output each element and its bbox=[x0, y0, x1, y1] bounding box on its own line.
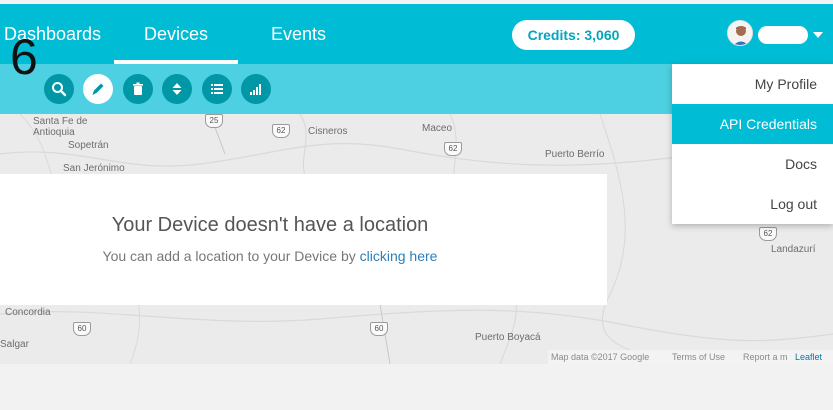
edit-button[interactable] bbox=[83, 74, 113, 104]
route-shield: 62 bbox=[444, 142, 462, 156]
no-location-hint: You can add a location to your Device by bbox=[102, 248, 360, 264]
menu-item-docs[interactable]: Docs bbox=[672, 144, 833, 184]
pencil-icon bbox=[92, 83, 104, 95]
map-label-salgar: Salgar bbox=[0, 339, 29, 350]
report-link[interactable]: Report a m bbox=[743, 350, 788, 364]
signal-button[interactable] bbox=[241, 74, 271, 104]
map-label-sopetran: Sopetrán bbox=[68, 140, 109, 151]
map-label-landazuri: Landazurí bbox=[771, 244, 816, 255]
menu-item-my-profile[interactable]: My Profile bbox=[672, 64, 833, 104]
sort-button[interactable] bbox=[162, 74, 192, 104]
route-shield: 62 bbox=[759, 227, 777, 241]
annotation-number: 6 bbox=[10, 29, 38, 85]
app-page: Santa Fe de Antioquia Sopetrán San Jeróni… bbox=[0, 0, 833, 410]
terms-link[interactable]: Terms of Use bbox=[672, 350, 725, 364]
search-button[interactable] bbox=[44, 74, 74, 104]
sort-icon bbox=[172, 83, 182, 95]
leaflet-link[interactable]: Leaflet bbox=[795, 350, 822, 364]
map-label-maceo: Maceo bbox=[422, 123, 453, 134]
route-shield: 62 bbox=[272, 124, 290, 138]
trash-icon bbox=[133, 82, 143, 95]
list-icon bbox=[211, 84, 223, 94]
add-location-link[interactable]: clicking here bbox=[360, 248, 438, 264]
user-menu: My Profile API Credentials Docs Log out bbox=[672, 64, 833, 224]
menu-item-log-out[interactable]: Log out bbox=[672, 184, 833, 224]
list-view-button[interactable] bbox=[202, 74, 232, 104]
no-location-title: Your Device doesn't have a location bbox=[111, 214, 429, 236]
map-label-concordia: Concordia bbox=[5, 307, 51, 318]
route-shield: 60 bbox=[73, 322, 91, 336]
search-icon bbox=[52, 82, 67, 97]
avatar[interactable] bbox=[727, 20, 753, 46]
top-nav: Dashboards Devices Events Credits: 3,060 bbox=[0, 4, 833, 64]
credits-badge[interactable]: Credits: 3,060 bbox=[512, 20, 635, 50]
map-label-cisneros: Cisneros bbox=[308, 126, 348, 137]
map-label-santa-fe: Santa Fe de Antioquia bbox=[33, 116, 88, 138]
map-data-credit: Map data ©2017 Google bbox=[551, 352, 650, 362]
tab-events[interactable]: Events bbox=[271, 24, 326, 45]
redacted-username bbox=[758, 26, 808, 44]
map-label-puerto-boyaca: Puerto Boyacá bbox=[475, 332, 541, 343]
user-photo-icon bbox=[728, 21, 752, 45]
no-location-text: You can add a location to your Device by… bbox=[0, 248, 540, 264]
map-label-puerto-berrio: Puerto Berrío bbox=[545, 149, 605, 160]
tab-devices[interactable]: Devices bbox=[113, 24, 239, 64]
chevron-down-icon[interactable] bbox=[813, 32, 823, 38]
map-attribution: Map data ©2017 Google Terms of Use Repor… bbox=[548, 350, 833, 364]
menu-item-api-credentials[interactable]: API Credentials bbox=[672, 104, 833, 144]
signal-icon bbox=[250, 84, 261, 95]
delete-button[interactable] bbox=[123, 74, 153, 104]
route-shield: 25 bbox=[205, 114, 223, 128]
no-location-card: Your Device doesn't have a location You … bbox=[0, 174, 607, 305]
route-shield: 60 bbox=[370, 322, 388, 336]
map-label-san-jeronimo: San Jerónimo bbox=[63, 163, 125, 174]
